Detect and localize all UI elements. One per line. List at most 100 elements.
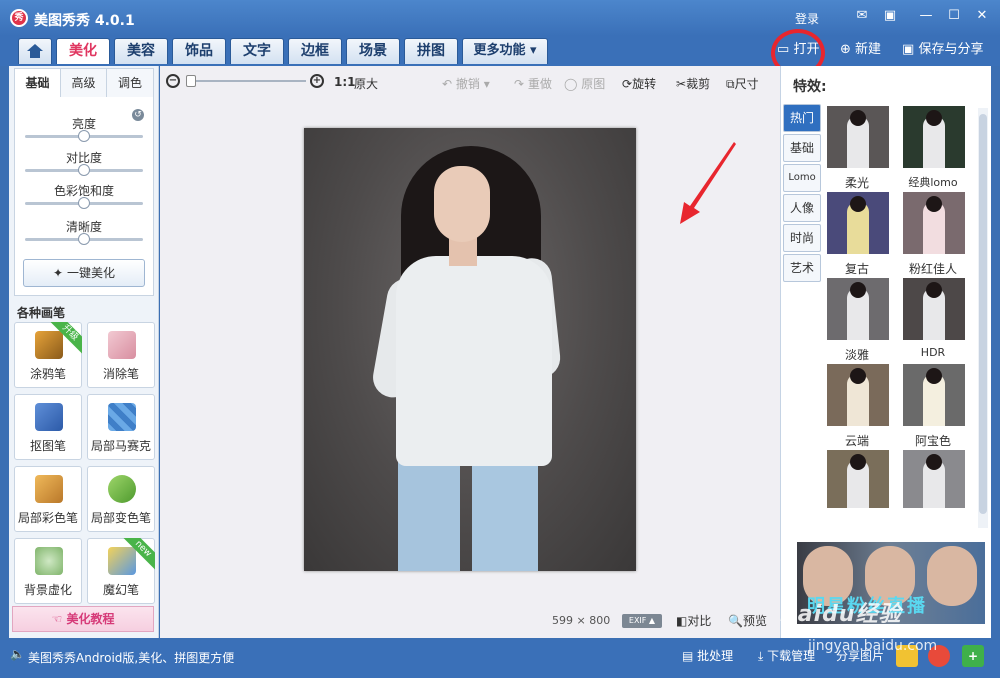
minimize-icon[interactable]: —: [918, 8, 934, 24]
upgrade-badge: 升级: [50, 322, 82, 354]
zoom-slider[interactable]: [186, 75, 306, 87]
category-fashion[interactable]: 时尚: [783, 224, 821, 252]
tutorial-button[interactable]: ☜ 美化教程: [12, 606, 154, 632]
subtab-color[interactable]: 调色: [107, 69, 153, 97]
resize-button[interactable]: ⧉尺寸: [726, 75, 759, 92]
subtab-advanced[interactable]: 高级: [61, 69, 107, 97]
save-share-button[interactable]: ▣ 保存与分享: [902, 39, 983, 61]
login-link[interactable]: 登录: [795, 10, 819, 27]
effect-thumbnail[interactable]: [903, 106, 965, 168]
brush-doodle[interactable]: 升级 涂鸦笔: [14, 322, 82, 388]
tab-beautify[interactable]: 美化: [56, 38, 110, 64]
adjust-box: 基础 高级 调色 ↺ 亮度 对比度 色彩饱和度 清晰度 ✦ 一键美化: [14, 68, 154, 296]
rotate-button[interactable]: ⟳旋转: [622, 75, 656, 92]
red-arrow: [680, 142, 736, 224]
exif-badge[interactable]: EXIF ▲: [622, 614, 662, 628]
brush-magic[interactable]: new 魔幻笔: [87, 538, 155, 604]
effect-thumbnail[interactable]: [903, 450, 965, 508]
message-icon[interactable]: ✉: [854, 8, 870, 24]
app-logo: 秀: [10, 9, 28, 27]
brush-mosaic[interactable]: 局部马赛克: [87, 394, 155, 460]
category-art[interactable]: 艺术: [783, 254, 821, 282]
zoom-in-icon[interactable]: +: [310, 74, 324, 88]
photo-canvas[interactable]: [304, 128, 636, 571]
download-manager-button[interactable]: ⤓ 下载管理: [758, 647, 815, 664]
brush-local-recolor[interactable]: 局部变色笔: [87, 466, 155, 532]
saturation-slider[interactable]: [25, 197, 143, 209]
photo-shirt: [396, 256, 552, 466]
main-tab-bar: 美化 美容 饰品 文字 边框 场景 拼图 更多功能 ▾ ▭ 打开 ⊕ 新建 ▣ …: [0, 36, 1000, 66]
original-size-button[interactable]: 原大: [354, 75, 378, 92]
compare-button[interactable]: ◧对比: [676, 612, 711, 629]
speaker-icon: 🔈: [10, 647, 25, 661]
brush-eraser[interactable]: 消除笔: [87, 322, 155, 388]
crop-button[interactable]: ✂裁剪: [676, 75, 710, 92]
slider-knob[interactable]: [78, 233, 90, 245]
effect-thumbnail[interactable]: [903, 364, 965, 426]
effects-panel: 特效: 热门 基础 Lomo 人像 时尚 艺术 柔光 经典lomo 复古 粉红佳…: [780, 66, 991, 638]
effect-thumbnail[interactable]: [827, 192, 889, 254]
tab-accessories[interactable]: 饰品: [172, 38, 226, 64]
tab-frame[interactable]: 边框: [288, 38, 342, 64]
preview-button[interactable]: 🔍预览: [728, 612, 767, 629]
slider-knob[interactable]: [78, 130, 90, 142]
new-button[interactable]: ⊕ 新建: [840, 39, 881, 61]
batch-button[interactable]: ▤ 批处理: [682, 647, 733, 664]
brightness-slider[interactable]: [25, 130, 143, 142]
wand-icon: ✦: [53, 266, 64, 280]
ratio-button[interactable]: 1:1: [334, 75, 356, 89]
category-basic[interactable]: 基础: [783, 134, 821, 162]
brush-cutout[interactable]: 抠图笔: [14, 394, 82, 460]
effect-label: 复古: [844, 262, 869, 276]
category-portrait[interactable]: 人像: [783, 194, 821, 222]
category-hot[interactable]: 热门: [783, 104, 821, 132]
tab-text[interactable]: 文字: [230, 38, 284, 64]
sharpness-slider[interactable]: [25, 233, 143, 245]
left-panel: 基础 高级 调色 ↺ 亮度 对比度 色彩饱和度 清晰度 ✦ 一键美化 各种画笔 …: [9, 66, 159, 638]
slider-knob[interactable]: [78, 164, 90, 176]
close-icon[interactable]: ✕: [974, 8, 990, 24]
add-icon[interactable]: +: [962, 645, 984, 667]
subtab-basic[interactable]: 基础: [15, 69, 61, 97]
tab-more[interactable]: 更多功能 ▾: [462, 38, 548, 64]
tab-collage[interactable]: 拼图: [404, 38, 458, 64]
effect-label: 柔光: [844, 176, 869, 190]
zoom-knob[interactable]: [186, 75, 196, 87]
blur-icon: [35, 547, 63, 575]
effect-label: 粉红佳人: [908, 262, 957, 276]
canvas-toolbar: − + 1:1 原大 ↶ 撤销 ▾ ↷ 重做 ◯ 原图 ⟳旋转 ✂裁剪 ⧉尺寸: [160, 66, 780, 98]
original-button[interactable]: ◯ 原图: [564, 75, 605, 92]
paint-brush-icon: [35, 475, 63, 503]
category-lomo[interactable]: Lomo: [783, 164, 821, 192]
brush-local-color[interactable]: 局部彩色笔: [14, 466, 82, 532]
title-bar: 秀 美图秀秀 4.0.1 登录 ✉ ▣ — ☐ ✕: [0, 0, 1000, 36]
status-message[interactable]: 美图秀秀Android版,美化、拼图更方便: [28, 649, 234, 666]
batch-icon: ▤: [682, 649, 694, 663]
maximize-icon[interactable]: ☐: [946, 8, 962, 24]
effect-thumbnail[interactable]: [827, 106, 889, 168]
tab-scene[interactable]: 场景: [346, 38, 400, 64]
skin-icon[interactable]: ▣: [882, 8, 898, 24]
plus-circle-icon: ⊕: [840, 42, 851, 57]
effect-thumbnail[interactable]: [827, 364, 889, 426]
effects-title: 特效:: [793, 79, 827, 95]
effects-scrollbar[interactable]: [978, 108, 988, 528]
undo-button[interactable]: ↶ 撤销 ▾: [442, 75, 490, 92]
effect-thumbnail[interactable]: [903, 192, 965, 254]
tab-face[interactable]: 美容: [114, 38, 168, 64]
watermark-logo: Baidu经验: [780, 602, 902, 627]
slider-knob[interactable]: [78, 197, 90, 209]
zoom-out-icon[interactable]: −: [166, 74, 180, 88]
rotate-icon: ⟳: [622, 77, 633, 91]
redo-button[interactable]: ↷ 重做: [514, 75, 552, 92]
effect-thumbnail[interactable]: [827, 278, 889, 340]
compare-icon: ◧: [676, 614, 688, 628]
effect-thumbnail[interactable]: [903, 278, 965, 340]
effect-thumbnail[interactable]: [827, 450, 889, 508]
contrast-slider[interactable]: [25, 164, 143, 176]
one-key-beautify-button[interactable]: ✦ 一键美化: [23, 259, 145, 287]
home-tab[interactable]: [18, 38, 52, 64]
scroll-thumb[interactable]: [979, 114, 987, 514]
paint-bucket-icon: [108, 475, 136, 503]
brush-blur-background[interactable]: 背景虚化: [14, 538, 82, 604]
